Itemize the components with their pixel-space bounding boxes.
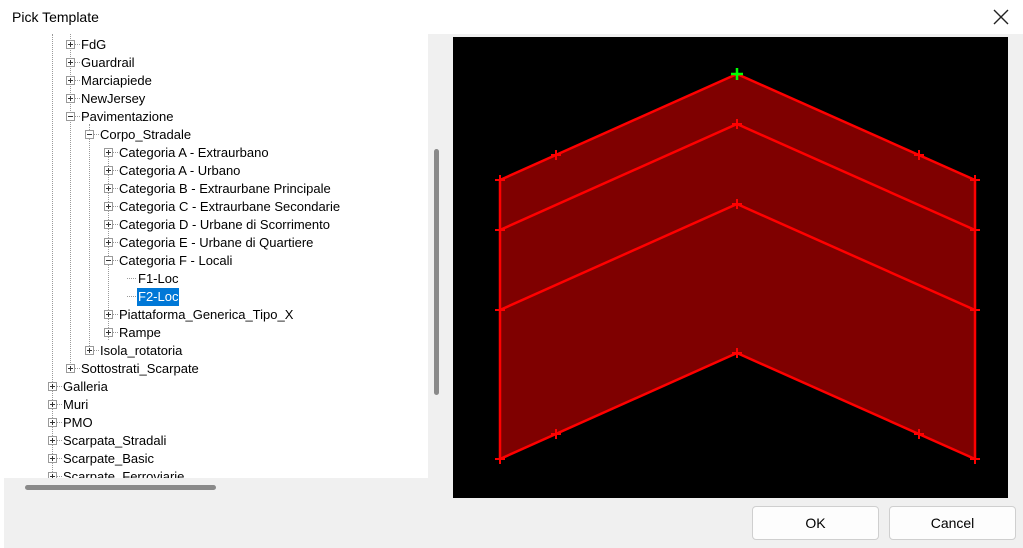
tree-item-label: Pavimentazione [81, 109, 174, 124]
tree-item-label-selected: F2-Loc [137, 288, 180, 306]
close-icon[interactable] [991, 7, 1011, 27]
tree-item[interactable]: Sottostrati_Scarpate [4, 360, 424, 378]
tree-item[interactable]: Categoria E - Urbane di Quartiere [4, 234, 424, 252]
tree-connector-line [127, 296, 136, 297]
cross-section-fill [500, 74, 975, 459]
expand-plus-icon[interactable] [104, 328, 113, 337]
vertical-scroll-thumb[interactable] [434, 149, 439, 395]
tree-connector-line [127, 278, 136, 279]
tree-item[interactable]: F2-Loc [4, 288, 424, 306]
tree-item-label: Scarpate_Basic [63, 451, 155, 466]
tree-item[interactable]: Corpo_Stradale [4, 126, 424, 144]
tree-item[interactable]: PMO [4, 414, 424, 432]
tree-item-label: Marciapiede [81, 73, 152, 88]
template-preview [453, 37, 1008, 498]
expand-plus-icon[interactable] [66, 40, 75, 49]
tree-item-label: Categoria C - Extraurbane Secondarie [119, 199, 341, 214]
tree-item[interactable]: Categoria C - Extraurbane Secondarie [4, 198, 424, 216]
tree-item-label: Categoria F - Locali [119, 253, 233, 268]
tree-item-label: Corpo_Stradale [100, 127, 192, 142]
collapse-minus-icon[interactable] [66, 112, 75, 121]
expand-plus-icon[interactable] [104, 184, 113, 193]
tree-item[interactable]: Categoria A - Extraurbano [4, 144, 424, 162]
tree-item[interactable]: Muri [4, 396, 424, 414]
expand-plus-icon[interactable] [104, 238, 113, 247]
tree-item[interactable]: Categoria A - Urbano [4, 162, 424, 180]
tree-item[interactable]: Piattaforma_Generica_Tipo_X [4, 306, 424, 324]
tree-item-label: Isola_rotatoria [100, 343, 183, 358]
tree-item[interactable]: Scarpate_Basic [4, 450, 424, 468]
tree-item-label: Rampe [119, 325, 161, 340]
tree-item-label: Categoria A - Urbano [119, 163, 241, 178]
cross-section-drawing [495, 68, 980, 464]
tree-item-label: Scarpata_Stradali [63, 433, 167, 448]
tree-item-label: PMO [63, 415, 93, 430]
expand-plus-icon[interactable] [104, 202, 113, 211]
expand-plus-icon[interactable] [48, 400, 57, 409]
collapse-minus-icon[interactable] [85, 130, 94, 139]
tree-item[interactable]: NewJersey [4, 90, 424, 108]
expand-plus-icon[interactable] [48, 436, 57, 445]
expand-plus-icon[interactable] [48, 418, 57, 427]
tree-item[interactable]: Marciapiede [4, 72, 424, 90]
tree-item-label: Galleria [63, 379, 108, 394]
tree-item[interactable]: Categoria B - Extraurbane Principale [4, 180, 424, 198]
ok-button[interactable]: OK [752, 506, 879, 540]
tree-item-label: FdG [81, 37, 107, 52]
template-tree[interactable]: FdG Guardrail Marciapiede NewJersey Paviment… [4, 34, 428, 478]
tree-item[interactable]: Isola_rotatoria [4, 342, 424, 360]
tree-item-label: Muri [63, 397, 89, 412]
tree-item[interactable]: Pavimentazione [4, 108, 424, 126]
horizontal-scroll-thumb[interactable] [25, 485, 216, 490]
tree-item[interactable]: Scarpata_Stradali [4, 432, 424, 450]
tree-item[interactable]: Categoria D - Urbane di Scorrimento [4, 216, 424, 234]
tree-item[interactable]: Galleria [4, 378, 424, 396]
expand-plus-icon[interactable] [104, 310, 113, 319]
expand-plus-icon[interactable] [104, 148, 113, 157]
expand-plus-icon[interactable] [85, 346, 94, 355]
tree-item-label: NewJersey [81, 91, 146, 106]
expand-plus-icon[interactable] [66, 58, 75, 67]
tree-horizontal-scrollbar[interactable] [4, 478, 445, 498]
tree-item-label: Categoria E - Urbane di Quartiere [119, 235, 314, 250]
dialog-title: Pick Template [12, 9, 99, 25]
expand-plus-icon[interactable] [48, 454, 57, 463]
expand-plus-icon[interactable] [104, 166, 113, 175]
tree-item[interactable]: Guardrail [4, 54, 424, 72]
tree-vertical-scrollbar[interactable] [428, 34, 445, 478]
collapse-minus-icon[interactable] [104, 256, 113, 265]
tree-item-label: Sottostrati_Scarpate [81, 361, 199, 376]
tree-item-label: F1-Loc [138, 271, 179, 286]
expand-plus-icon[interactable] [48, 382, 57, 391]
expand-plus-icon[interactable] [66, 364, 75, 373]
tree-item[interactable]: FdG [4, 36, 424, 54]
tree-item[interactable]: Rampe [4, 324, 424, 342]
tree-item[interactable]: F1-Loc [4, 270, 424, 288]
cancel-button[interactable]: Cancel [889, 506, 1016, 540]
tree-item-label: Scarpate_Ferroviarie [63, 469, 185, 478]
tree-item-label: Categoria B - Extraurbane Principale [119, 181, 331, 196]
expand-plus-icon[interactable] [66, 76, 75, 85]
tree-item[interactable]: Scarpate_Ferroviarie [4, 468, 424, 478]
tree-item[interactable]: Categoria F - Locali [4, 252, 424, 270]
tree-item-label: Categoria A - Extraurbano [119, 145, 269, 160]
tree-item-label: Piattaforma_Generica_Tipo_X [119, 307, 294, 322]
tree-item-label: Categoria D - Urbane di Scorrimento [119, 217, 330, 232]
expand-plus-icon[interactable] [66, 94, 75, 103]
expand-plus-icon[interactable] [104, 220, 113, 229]
tree-item-label: Guardrail [81, 55, 135, 70]
title-bar: Pick Template [0, 0, 1023, 34]
